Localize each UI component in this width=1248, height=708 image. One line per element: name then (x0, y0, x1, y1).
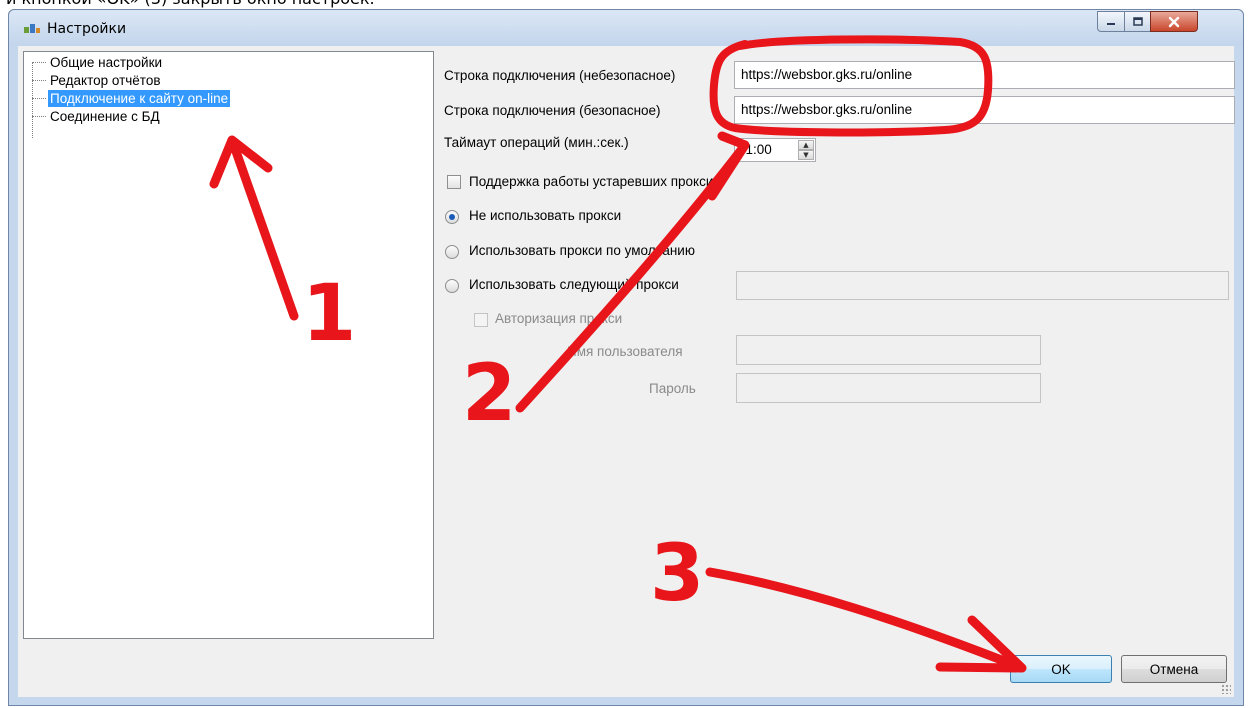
secure-connection-input[interactable]: https://websbor.gks.ru/online (734, 96, 1235, 124)
insecure-connection-label: Строка подключения (небезопасное) (444, 68, 676, 83)
tree-item-label: Соединение с БД (50, 109, 160, 124)
dialog-client-area: Общие настройки Редактор отчётов Подключ… (18, 46, 1235, 697)
default-proxy-radio[interactable] (445, 245, 459, 259)
spin-down-icon[interactable]: ▼ (798, 150, 814, 160)
legacy-proxy-checkbox[interactable] (447, 175, 461, 189)
legacy-proxy-label: Поддержка работы устаревших прокси (469, 174, 714, 189)
maximize-icon (1132, 16, 1143, 26)
title-bar[interactable]: Настройки (9, 10, 1243, 46)
username-input[interactable] (736, 335, 1041, 365)
username-label: Имя пользователя (567, 344, 683, 359)
tree-item-label: Подключение к сайту on-line (48, 90, 231, 107)
secure-connection-label: Строка подключения (безопасное) (444, 103, 661, 118)
password-input[interactable] (736, 373, 1041, 403)
close-icon (1168, 16, 1180, 27)
custom-proxy-label: Использовать следующий прокси (469, 277, 679, 292)
ok-button[interactable]: OK (1010, 655, 1112, 683)
page-caption: и кнопкой «OK» (3) закрыть окно настроек… (6, 0, 375, 8)
window-title: Настройки (47, 21, 127, 37)
insecure-connection-input[interactable]: https://websbor.gks.ru/online (734, 61, 1235, 89)
proxy-address-input[interactable] (736, 271, 1229, 300)
tree-item-general[interactable]: Общие настройки (32, 54, 164, 71)
no-proxy-label: Не использовать прокси (469, 208, 622, 223)
minimize-button[interactable] (1097, 11, 1125, 32)
tree-item-online-connection[interactable]: Подключение к сайту on-line (32, 90, 231, 107)
spin-up-icon[interactable]: ▲ (798, 140, 814, 150)
password-label: Пароль (649, 381, 696, 396)
custom-proxy-radio[interactable] (445, 279, 459, 293)
cancel-button[interactable]: Отмена (1121, 655, 1227, 683)
no-proxy-radio[interactable] (445, 210, 459, 224)
timeout-spinner[interactable]: 01:00 ▲ ▼ (734, 138, 816, 162)
settings-window: Настройки Общие настройки Редактор отчёт… (8, 9, 1244, 706)
close-button[interactable] (1150, 11, 1198, 32)
tree-item-label: Общие настройки (50, 55, 163, 70)
resize-grip-icon[interactable] (1221, 684, 1231, 694)
maximize-button[interactable] (1124, 11, 1151, 32)
default-proxy-label: Использовать прокси по умолчанию (469, 243, 695, 258)
proxy-auth-checkbox[interactable] (474, 313, 488, 327)
tree-item-label: Редактор отчётов (50, 73, 161, 88)
timeout-value: 01:00 (738, 142, 772, 157)
tree-item-db-connection[interactable]: Соединение с БД (32, 108, 162, 125)
settings-tree[interactable]: Общие настройки Редактор отчётов Подключ… (23, 51, 434, 639)
minimize-icon (1107, 22, 1115, 25)
settings-app-icon (24, 24, 40, 33)
tree-item-report-editor[interactable]: Редактор отчётов (32, 72, 163, 89)
timeout-label: Таймаут операций (мин.:сек.) (444, 135, 629, 150)
proxy-auth-label: Авторизация прокси (495, 311, 623, 326)
